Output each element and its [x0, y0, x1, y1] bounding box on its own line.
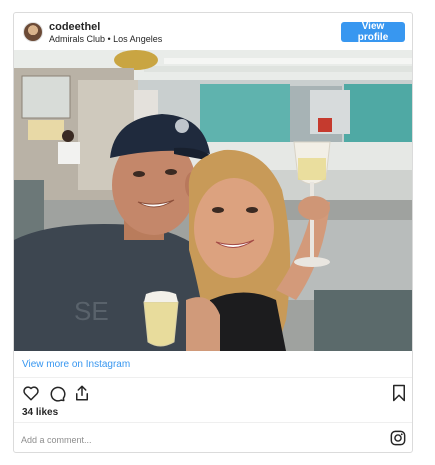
- username[interactable]: codeethel: [49, 21, 100, 33]
- divider: [14, 422, 412, 423]
- instagram-embed: codeethel Admirals Club • Los Angeles Vi…: [13, 12, 413, 453]
- avatar[interactable]: [23, 22, 43, 42]
- instagram-logo-icon[interactable]: [390, 430, 406, 446]
- svg-text:SE: SE: [74, 296, 109, 326]
- selfie-image: SE: [14, 50, 412, 351]
- add-comment-input[interactable]: [21, 432, 361, 448]
- speech-bubble-icon[interactable]: [48, 384, 66, 402]
- likes-count[interactable]: 34 likes: [22, 407, 58, 418]
- heart-icon[interactable]: [22, 384, 40, 402]
- post-header: codeethel Admirals Club • Los Angeles Vi…: [14, 13, 412, 51]
- bookmark-icon[interactable]: [391, 384, 407, 402]
- share-icon[interactable]: [73, 384, 91, 402]
- view-profile-button[interactable]: View profile: [341, 21, 405, 43]
- view-more-on-instagram-link[interactable]: View more on Instagram: [22, 359, 130, 370]
- divider: [14, 377, 412, 378]
- post-photo[interactable]: SE: [14, 50, 412, 351]
- location-label[interactable]: Admirals Club • Los Angeles: [49, 34, 162, 44]
